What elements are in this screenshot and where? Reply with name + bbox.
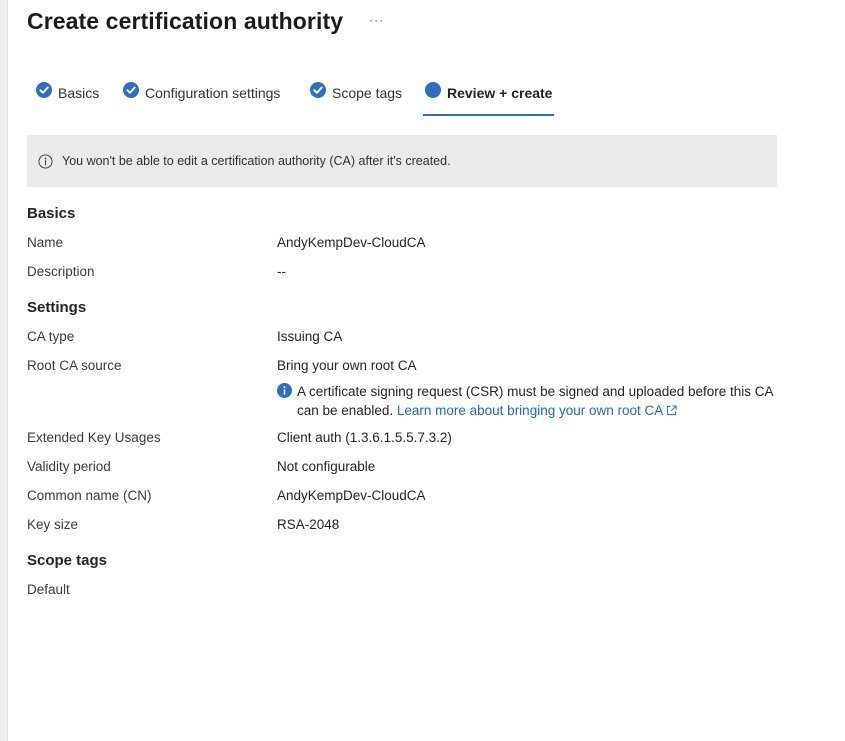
tab-label: Configuration settings	[145, 85, 281, 101]
current-step-circle-icon	[425, 82, 441, 98]
validity-period-label: Validity period	[27, 459, 111, 474]
note-text: A certificate signing request (CSR) must…	[297, 382, 777, 420]
root-ca-source-label: Root CA source	[27, 358, 122, 373]
common-name-value: AndyKempDev-CloudCA	[277, 488, 426, 503]
left-rail	[0, 0, 8, 741]
tab-review-create[interactable]: Review + create	[423, 78, 555, 116]
validity-period-value: Not configurable	[277, 459, 376, 474]
check-circle-icon	[310, 82, 326, 98]
section-heading-basics: Basics	[27, 205, 76, 222]
info-icon	[38, 153, 53, 169]
eku-label: Extended Key Usages	[27, 430, 161, 445]
tab-basics[interactable]: Basics	[36, 78, 99, 114]
page-title: Create certification authority	[27, 8, 344, 34]
ca-type-label: CA type	[27, 329, 75, 344]
check-circle-icon	[36, 82, 52, 98]
tab-scope-tags[interactable]: Scope tags	[310, 78, 402, 114]
check-circle-icon	[123, 82, 139, 98]
scope-tag-value: Default	[27, 582, 70, 597]
section-heading-settings: Settings	[27, 299, 87, 316]
ca-type-value: Issuing CA	[277, 329, 343, 344]
name-label: Name	[27, 235, 64, 250]
description-label: Description	[27, 264, 95, 279]
title-row: Create certification authority ···	[27, 6, 384, 36]
wizard-tabs: Basics Configuration settings Scope tags…	[27, 78, 807, 118]
tab-label: Review + create	[447, 85, 553, 101]
external-link-icon	[667, 405, 677, 416]
banner-text: You won't be able to edit a certificatio…	[62, 154, 451, 168]
tab-label: Basics	[58, 85, 100, 101]
section-heading-scope-tags: Scope tags	[27, 552, 108, 569]
eku-value: Client auth (1.3.6.1.5.5.7.3.2)	[277, 430, 452, 445]
csr-info-note: A certificate signing request (CSR) must…	[277, 382, 777, 420]
common-name-label: Common name (CN)	[27, 488, 152, 503]
name-value: AndyKempDev-CloudCA	[277, 235, 426, 250]
learn-more-link[interactable]: Learn more about bringing your own root …	[397, 403, 677, 418]
description-value: --	[277, 264, 286, 279]
info-banner: You won't be able to edit a certificatio…	[27, 135, 777, 187]
key-size-value: RSA-2048	[277, 517, 340, 532]
tab-label: Scope tags	[332, 85, 403, 101]
tab-configuration-settings[interactable]: Configuration settings	[123, 78, 280, 114]
key-size-label: Key size	[27, 517, 79, 532]
more-options-button[interactable]: ···	[369, 13, 384, 27]
info-filled-icon	[277, 383, 292, 398]
root-ca-source-value: Bring your own root CA	[277, 358, 417, 373]
learn-more-link-text: Learn more about bringing your own root …	[396, 403, 664, 418]
